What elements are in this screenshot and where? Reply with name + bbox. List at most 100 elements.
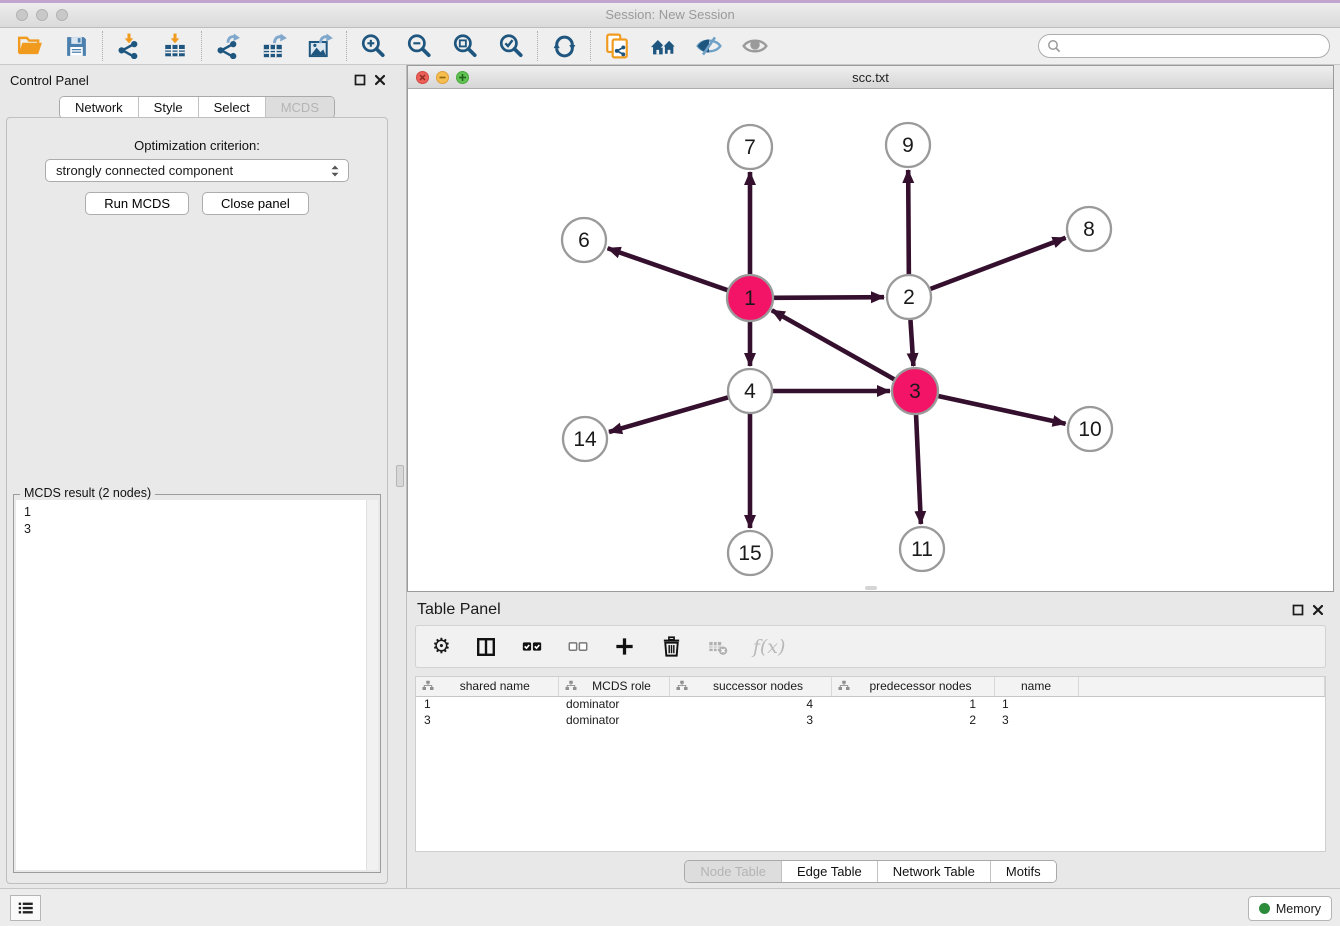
home-view-button[interactable]: [648, 31, 678, 61]
graph-node-label-3: 3: [909, 380, 921, 403]
import-table-icon: [162, 33, 188, 59]
column-header-successor-nodes[interactable]: successor nodes: [669, 677, 831, 696]
network-canvas[interactable]: 7968124314101511: [408, 90, 1333, 591]
graph-node-label-15: 15: [738, 542, 761, 565]
task-history-button[interactable]: [10, 895, 41, 921]
control-panel-title: Control Panel: [10, 73, 89, 88]
run-mcds-button[interactable]: Run MCDS: [85, 192, 189, 215]
cell-MCDS-role[interactable]: dominator: [558, 712, 669, 728]
zoom-fit-button[interactable]: [450, 31, 480, 61]
tab-network[interactable]: Network: [60, 97, 138, 118]
export-network-icon: [215, 33, 241, 59]
network-resize-grip[interactable]: [865, 586, 877, 590]
column-header-name[interactable]: name: [994, 677, 1078, 696]
open-session-icon: [17, 33, 43, 59]
cell-name[interactable]: 3: [994, 712, 1078, 728]
cell-predecessor-nodes[interactable]: 2: [831, 712, 994, 728]
network-from-document-icon: [604, 33, 630, 59]
float-panel-icon[interactable]: [1292, 604, 1304, 616]
refresh-button[interactable]: [549, 31, 579, 61]
optimization-criterion-select[interactable]: strongly connected component: [45, 159, 349, 182]
cell-shared-name[interactable]: 3: [416, 712, 558, 728]
graph-edge-4-14[interactable]: [609, 397, 728, 432]
cell-successor-nodes[interactable]: 4: [669, 696, 831, 712]
graphics-details-button[interactable]: [694, 31, 724, 61]
network-window-titlebar[interactable]: scc.txt: [408, 66, 1333, 89]
add-icon[interactable]: [613, 635, 636, 658]
graph-edge-3-10[interactable]: [937, 396, 1065, 424]
cell-shared-name[interactable]: 1: [416, 696, 558, 712]
table-row[interactable]: 3dominator323: [416, 712, 1325, 728]
selected-criterion: strongly connected component: [56, 163, 328, 178]
graph-svg[interactable]: 7968124314101511: [408, 90, 1333, 592]
graph-node-label-1: 1: [744, 287, 756, 310]
graph-edge-1-6[interactable]: [608, 248, 729, 290]
zoom-out-button[interactable]: [404, 31, 434, 61]
mcds-result-title: MCDS result (2 nodes): [20, 486, 155, 500]
tab-style[interactable]: Style: [138, 97, 198, 118]
table-panel-title: Table Panel: [417, 601, 501, 619]
table-panel: Table Panel ⚙f(x) shared nameMCDS rolesu…: [407, 596, 1334, 888]
result-scrollbar[interactable]: [366, 500, 378, 870]
hierarchy-icon: [838, 680, 850, 692]
tab-motifs[interactable]: Motifs: [990, 861, 1056, 882]
search-input[interactable]: [1066, 39, 1321, 54]
mcds-result-values: 1 3: [16, 500, 378, 542]
graph-edge-2-9[interactable]: [908, 170, 909, 274]
birds-eye-view-icon: [742, 33, 768, 59]
tab-edge-table[interactable]: Edge Table: [781, 861, 877, 882]
search-box[interactable]: [1038, 34, 1330, 58]
tab-mcds[interactable]: MCDS: [265, 97, 334, 118]
mcds-result-area[interactable]: 1 3: [16, 500, 378, 870]
close-panel-icon[interactable]: [1312, 604, 1324, 616]
columns-icon[interactable]: [475, 636, 497, 658]
deselect-all-icon[interactable]: [567, 636, 589, 658]
panel-splitter[interactable]: [394, 65, 407, 888]
column-header-predecessor-nodes[interactable]: predecessor nodes: [831, 677, 994, 696]
memory-button[interactable]: Memory: [1248, 896, 1332, 921]
import-table-button[interactable]: [160, 31, 190, 61]
export-image-button[interactable]: [305, 31, 335, 61]
zoom-in-button[interactable]: [358, 31, 388, 61]
graph-edge-3-1[interactable]: [772, 310, 895, 379]
hierarchy-icon: [565, 680, 577, 692]
save-session-button[interactable]: [61, 31, 91, 61]
export-network-button[interactable]: [213, 31, 243, 61]
tab-network-table[interactable]: Network Table: [877, 861, 990, 882]
delete-table-icon: [707, 636, 729, 658]
graph-node-label-8: 8: [1083, 218, 1095, 241]
tab-select[interactable]: Select: [198, 97, 265, 118]
import-network-button[interactable]: [114, 31, 144, 61]
graph-node-label-6: 6: [578, 229, 590, 252]
open-session-button[interactable]: [15, 31, 45, 61]
hierarchy-icon: [422, 680, 434, 692]
close-panel-icon[interactable]: [374, 74, 386, 86]
export-table-button[interactable]: [259, 31, 289, 61]
tab-node-table[interactable]: Node Table: [685, 861, 781, 882]
birds-eye-view-button[interactable]: [740, 31, 770, 61]
column-header-shared-name[interactable]: shared name: [416, 677, 558, 696]
main-toolbar: [0, 28, 1340, 65]
cell-name[interactable]: 1: [994, 696, 1078, 712]
export-image-icon: [307, 33, 334, 60]
close-panel-button[interactable]: Close panel: [202, 192, 309, 215]
column-header-MCDS-role[interactable]: MCDS role: [558, 677, 669, 696]
graph-edge-1-2[interactable]: [773, 297, 884, 298]
zoom-selected-button[interactable]: [496, 31, 526, 61]
graph-node-label-14: 14: [573, 428, 597, 451]
cell-predecessor-nodes[interactable]: 1: [831, 696, 994, 712]
cell-successor-nodes[interactable]: 3: [669, 712, 831, 728]
title-bar: Session: New Session: [0, 3, 1340, 28]
float-panel-icon[interactable]: [354, 74, 366, 86]
table-row[interactable]: 1dominator411: [416, 696, 1325, 712]
graph-edge-3-11[interactable]: [916, 414, 921, 524]
graph-edge-2-8[interactable]: [931, 238, 1066, 289]
delete-icon[interactable]: [660, 635, 683, 658]
cell-MCDS-role[interactable]: dominator: [558, 696, 669, 712]
network-from-document-button[interactable]: [602, 31, 632, 61]
settings-icon[interactable]: ⚙: [432, 636, 451, 658]
select-all-icon[interactable]: [521, 636, 543, 658]
graph-edge-2-3[interactable]: [910, 320, 913, 366]
graph-node-label-7: 7: [744, 136, 756, 159]
splitter-grip[interactable]: [396, 465, 404, 487]
